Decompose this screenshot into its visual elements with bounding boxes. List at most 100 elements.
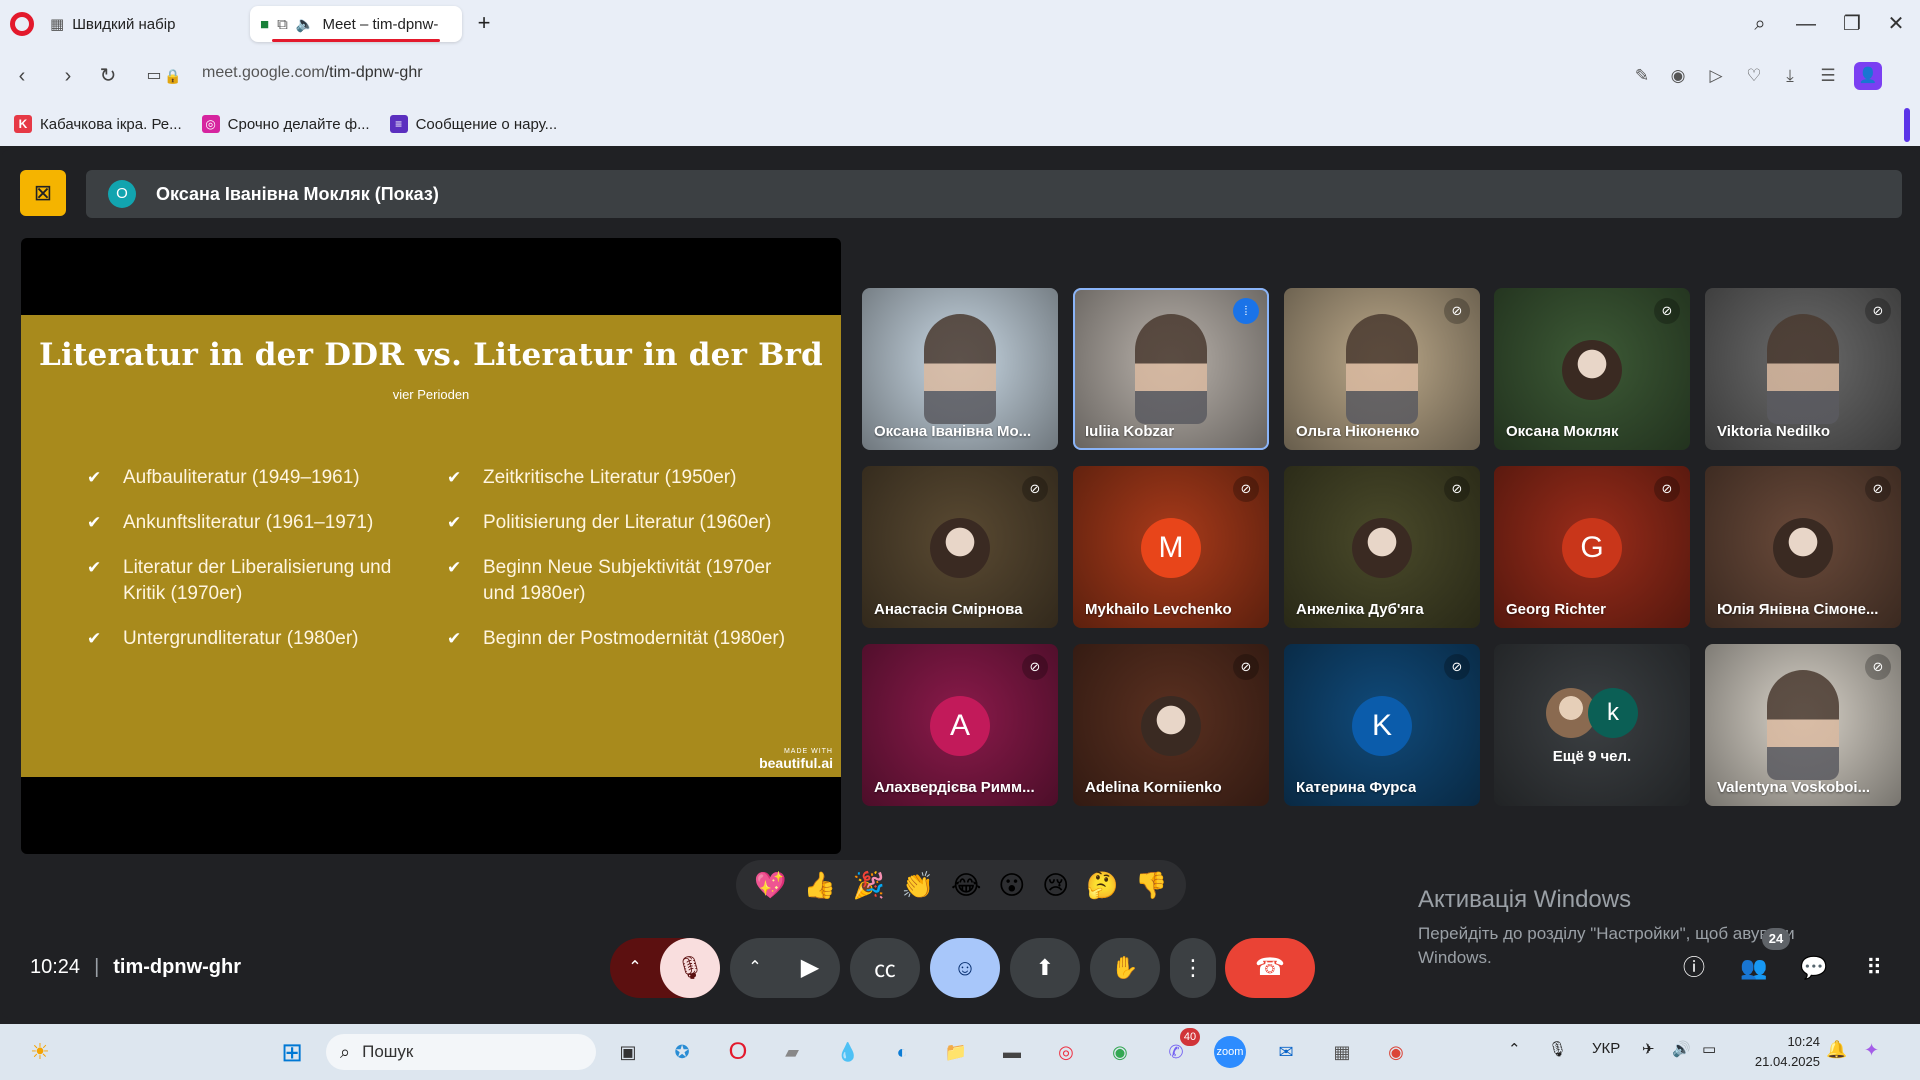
minimize-button[interactable]: — (1790, 8, 1822, 40)
bookmark-item[interactable]: ≡ Сообщение о нару... (389, 115, 557, 133)
weather-widget-icon[interactable]: ☀ (24, 1036, 56, 1068)
snapshot-camera-icon[interactable]: ◉ (1664, 62, 1692, 90)
notifications-bell-icon[interactable]: 🔔 (1826, 1040, 1847, 1060)
chat-button[interactable]: 💬 (1794, 948, 1834, 988)
reaction-sad[interactable]: 😢 (1042, 870, 1069, 901)
captions-button[interactable]: ㏄ (850, 938, 920, 998)
back-button[interactable]: ‹ (8, 62, 36, 90)
reaction-thumbs-up[interactable]: 👍 (804, 870, 836, 901)
leave-call-button[interactable]: ☎ (1225, 938, 1315, 998)
bookmark-item[interactable]: ◎ Срочно делайте ф... (201, 115, 370, 133)
chrome-icon[interactable]: ◉ (1104, 1036, 1136, 1068)
taskbar-search[interactable]: ⌕ Пошук (326, 1034, 596, 1070)
close-button[interactable]: ✕ (1880, 8, 1912, 40)
stop-presenting-icon[interactable]: ⊠ (20, 170, 66, 216)
airplane-mode-icon[interactable]: ✈ (1642, 1040, 1655, 1058)
participant-tile[interactable]: K ⊘ Катерина Фурса (1284, 644, 1480, 806)
lock-icon[interactable]: 🔒 (164, 62, 181, 90)
presentation-stage[interactable]: Literatur in der DDR vs. Literatur in de… (21, 238, 841, 854)
forward-button[interactable]: › (54, 62, 82, 90)
taskbar-clock[interactable]: 10:24 21.04.2025 (1744, 1032, 1820, 1072)
microphone-icon[interactable]: 🎙 (1548, 1040, 1567, 1058)
windows-start-icon[interactable]: ⊞ (276, 1036, 308, 1068)
play-icon[interactable]: ▷ (1702, 62, 1730, 90)
opera-taskbar-icon[interactable]: O (722, 1036, 754, 1068)
chrome-icon[interactable]: ◉ (1380, 1036, 1412, 1068)
raise-hand-button[interactable]: ✋ (1090, 938, 1160, 998)
easy-setup-icon[interactable]: ☰ (1814, 62, 1842, 90)
participant-tile[interactable]: ⊘ Анастасія Смірнова (862, 466, 1058, 628)
check-icon: ✔ (87, 513, 102, 532)
participant-name: Катерина Фурса (1296, 779, 1417, 796)
opera-logo-icon[interactable] (10, 12, 34, 36)
microphone-off-button[interactable]: 🎙 (660, 938, 720, 998)
participant-tile[interactable]: ⊘ Valentyna Voskoboi... (1705, 644, 1901, 806)
zoom-icon[interactable]: zoom (1214, 1036, 1246, 1068)
download-icon[interactable]: ⤓ (1776, 62, 1804, 90)
battery-icon[interactable]: ▭ (1702, 1040, 1716, 1058)
camera-button[interactable]: ▶ (780, 938, 840, 998)
picture-in-picture-icon[interactable]: ⧉ (277, 16, 288, 33)
mic-off-icon: ⊘ (1022, 654, 1048, 680)
participant-tile[interactable]: k Ещё 9 чел. (1494, 644, 1690, 806)
mic-off-icon: ⊘ (1865, 298, 1891, 324)
reaction-thinking[interactable]: 🤔 (1086, 870, 1118, 901)
tab-meet[interactable]: ■ ⧉ 🔈 Meet – tim-dpnw- (250, 6, 462, 42)
participant-name: Mykhailo Levchenko (1085, 601, 1232, 618)
participant-tile[interactable]: ⦙ Iuliia Kobzar (1073, 288, 1269, 450)
chevron-up-icon[interactable]: ⌃ (610, 938, 660, 998)
reaction-party[interactable]: 🎉 (853, 870, 885, 901)
reload-button[interactable]: ↻ (94, 62, 122, 90)
reaction-surprised[interactable]: 😮 (998, 870, 1025, 901)
profile-icon[interactable]: 👤 (1854, 62, 1882, 90)
participant-tile[interactable]: ⊘ Adelina Korniienko (1073, 644, 1269, 806)
present-screen-button[interactable]: ⬆ (1010, 938, 1080, 998)
app-icon[interactable]: ▬ (996, 1036, 1028, 1068)
url-text[interactable]: meet.google.com/tim-dpnw-ghr (202, 64, 423, 82)
reaction-laugh[interactable]: 😂 (951, 870, 981, 901)
participant-tile[interactable]: ⊘ Юлія Янівна Сімоне... (1705, 466, 1901, 628)
calculator-icon[interactable]: ▦ (1326, 1036, 1358, 1068)
task-view-icon[interactable]: ▣ (612, 1036, 644, 1068)
app-icon[interactable]: ✪ (666, 1036, 698, 1068)
chevron-up-icon[interactable]: ⌃ (1508, 1040, 1521, 1058)
more-options-button[interactable]: ⋮ (1170, 938, 1216, 998)
meet-area: ⊠ О Оксана Іванівна Мокляк (Показ) Liter… (2, 150, 1918, 1018)
meeting-details-button[interactable]: ⓘ (1674, 948, 1714, 988)
bookmark-item[interactable]: K Кабачкова ікра. Ре... (14, 115, 182, 133)
reaction-heart[interactable]: 💖 (754, 870, 786, 901)
participant-tile[interactable]: ⊘Оксана Іванівна Мо... (862, 288, 1058, 450)
reactions-button[interactable]: ☺ (930, 938, 1000, 998)
language-indicator[interactable]: УКР (1592, 1040, 1620, 1057)
reaction-thumbs-down[interactable]: 👎 (1135, 870, 1167, 901)
speaker-icon[interactable]: 🔈 (296, 15, 315, 33)
tab-speed-dial[interactable]: ▦ Швидкий набір (40, 6, 240, 42)
heart-icon[interactable]: ♡ (1740, 62, 1768, 90)
file-explorer-icon[interactable]: 📁 (940, 1036, 972, 1068)
kabachok-favicon-icon: K (14, 115, 32, 133)
mail-icon[interactable]: ✉ (1270, 1036, 1302, 1068)
participant-tile[interactable]: M ⊘ Mykhailo Levchenko (1073, 466, 1269, 628)
participant-tile[interactable]: ⊘ Оксана Мокляк (1494, 288, 1690, 450)
copilot-icon[interactable]: ✦ (1864, 1040, 1879, 1061)
participant-tile[interactable]: ⊘ Ольга Ніконенко (1284, 288, 1480, 450)
new-tab-button[interactable]: + (472, 12, 496, 36)
participant-tile[interactable]: G ⊘ Georg Richter (1494, 466, 1690, 628)
participant-tile[interactable]: ⊘ Анжеліка Дуб'яга (1284, 466, 1480, 628)
volume-icon[interactable]: 🔊 (1672, 1040, 1691, 1058)
camera-control: ⌃ ▶ (730, 938, 840, 998)
restore-button[interactable]: ❐ (1836, 8, 1868, 40)
edge-icon[interactable]: ◐ (886, 1036, 918, 1068)
app-icon[interactable]: ◎ (1050, 1036, 1082, 1068)
activities-button[interactable]: ⠿ (1854, 948, 1894, 988)
app-icon[interactable]: ▰ (776, 1036, 808, 1068)
reactions-bar: 💖 👍 🎉 👏 😂 😮 😢 🤔 👎 (736, 860, 1186, 910)
reaction-clap[interactable]: 👏 (902, 870, 934, 901)
search-icon[interactable]: ⌕ (1744, 8, 1776, 40)
people-button[interactable]: 👥 (1734, 948, 1774, 988)
participant-tile[interactable]: A ⊘ Алахвердієва Римм... (862, 644, 1058, 806)
chevron-up-icon[interactable]: ⌃ (730, 938, 780, 998)
paint-icon[interactable]: 💧 (832, 1036, 864, 1068)
edit-icon[interactable]: ✎ (1628, 62, 1656, 90)
participant-tile[interactable]: ⊘ Viktoria Nedilko (1705, 288, 1901, 450)
